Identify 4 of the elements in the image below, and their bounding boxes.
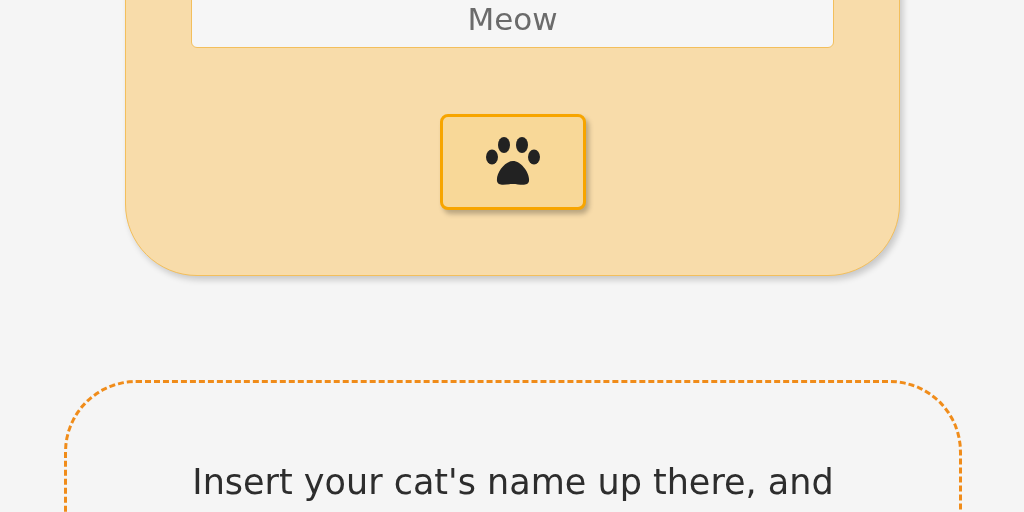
hint-text: Insert your cat's name up there, and [191, 461, 835, 504]
paw-icon [484, 137, 541, 187]
paw-button[interactable] [439, 114, 586, 210]
name-field[interactable]: Meow [191, 0, 834, 48]
